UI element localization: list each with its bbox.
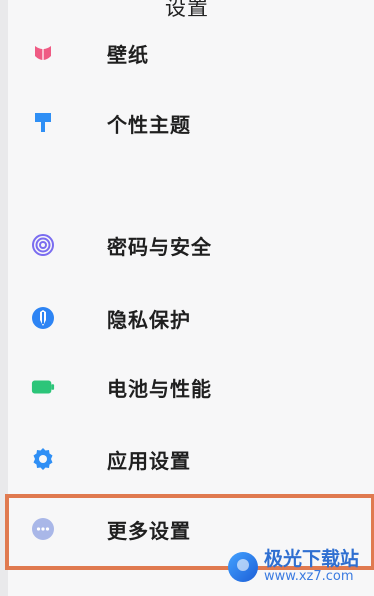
theme-brush-icon: [31, 111, 55, 135]
settings-item-label: 电池与性能: [107, 376, 212, 401]
privacy-shield-icon: [31, 306, 55, 330]
watermark-url: www.xz7.com: [264, 569, 354, 584]
watermark-logo-icon: [228, 552, 258, 582]
battery-icon: [31, 375, 55, 399]
settings-item-app-settings[interactable]: 应用设置: [18, 430, 368, 488]
settings-item-label: 密码与安全: [107, 234, 212, 259]
gear-icon: [31, 447, 55, 471]
settings-item-theme[interactable]: 个性主题: [18, 94, 368, 152]
watermark-name: 极光下载站: [264, 548, 360, 570]
watermark: 极光下载站 www.xz7.com: [228, 540, 368, 594]
settings-item-privacy[interactable]: 隐私保护: [18, 289, 368, 347]
settings-item-label: 壁纸: [107, 42, 149, 67]
settings-item-label: 个性主题: [107, 112, 191, 137]
settings-item-label: 隐私保护: [107, 307, 191, 332]
settings-item-label: 应用设置: [107, 448, 191, 473]
settings-item-password-security[interactable]: 密码与安全: [18, 216, 368, 274]
wallpaper-icon: [31, 41, 55, 65]
settings-item-battery[interactable]: 电池与性能: [18, 358, 368, 416]
settings-item-wallpaper[interactable]: 壁纸: [18, 24, 368, 82]
page-title: 设置: [165, 0, 209, 20]
fingerprint-icon: [31, 233, 55, 257]
